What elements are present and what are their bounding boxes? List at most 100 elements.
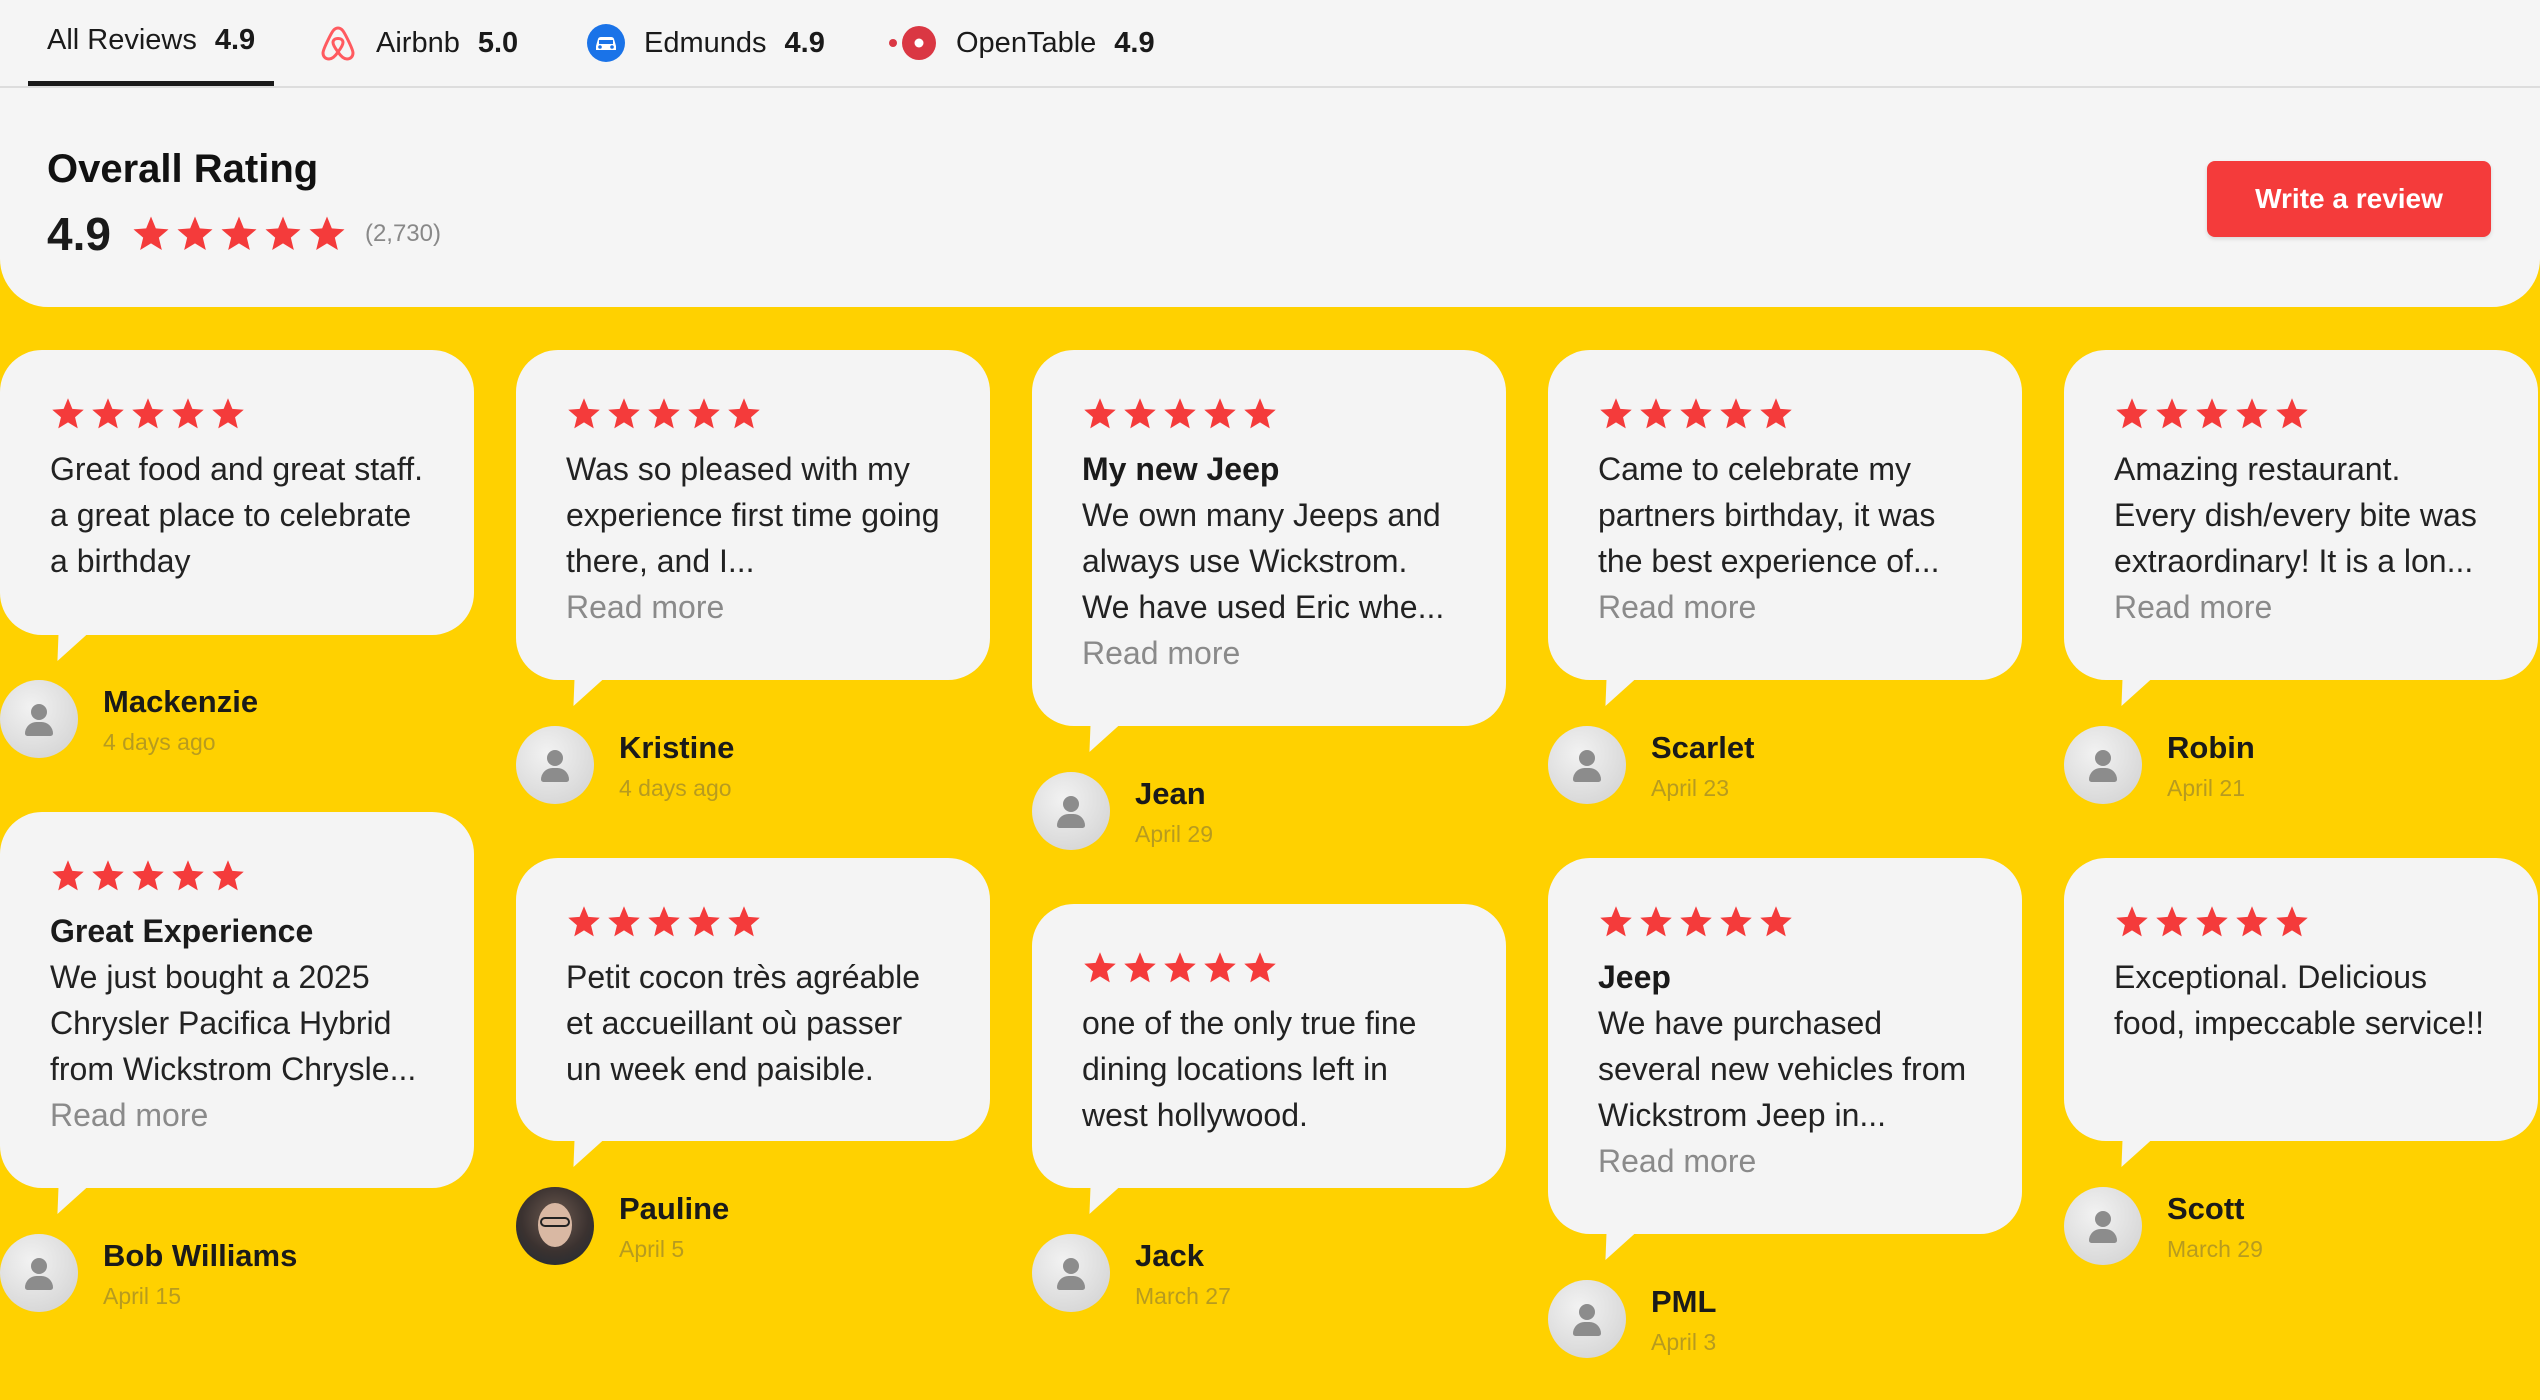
- write-review-button[interactable]: Write a review: [2207, 161, 2491, 237]
- opentable-icon: [888, 23, 938, 63]
- star-icon: [52, 860, 84, 891]
- star-icon: [2116, 906, 2148, 937]
- star-icon: [2116, 398, 2148, 429]
- review-date: 4 days ago: [103, 729, 216, 755]
- review-card[interactable]: Great food and great staff. a great plac…: [0, 350, 474, 635]
- review-author: Pauline April 5: [516, 1187, 729, 1265]
- review-date: April 3: [1651, 1329, 1717, 1355]
- tab-opentable[interactable]: OpenTable 4.9: [888, 0, 1155, 86]
- star-icon: [221, 216, 257, 250]
- star-icon: [688, 398, 720, 429]
- review-stars: [1598, 396, 1972, 432]
- star-icon: [2236, 906, 2268, 937]
- review-card[interactable]: My new Jeep We own many Jeeps and always…: [1032, 350, 1506, 726]
- review-author: Scarlet April 23: [1548, 726, 1754, 804]
- read-more-link[interactable]: Read more: [566, 584, 940, 630]
- review-card[interactable]: Jeep We have purchased several new vehic…: [1548, 858, 2022, 1234]
- review-stars: [50, 396, 424, 432]
- star-icon: [132, 398, 164, 429]
- star-icon: [1244, 398, 1276, 429]
- star-icon: [92, 860, 124, 891]
- star-icon: [1084, 952, 1116, 983]
- review-card[interactable]: Was so pleased with my experience first …: [516, 350, 990, 680]
- star-icon: [1640, 906, 1672, 937]
- review-date: March 29: [2167, 1236, 2263, 1262]
- author-name: Scarlet: [1651, 730, 1755, 765]
- star-icon: [2196, 398, 2228, 429]
- avatar-placeholder-icon: [516, 726, 594, 804]
- read-more-link[interactable]: Read more: [2114, 584, 2488, 630]
- review-stars: [1598, 904, 1972, 940]
- overall-stars: [131, 214, 347, 254]
- star-icon: [265, 216, 301, 250]
- review-count: (2,730): [364, 220, 441, 247]
- review-author: Kristine 4 days ago: [516, 726, 734, 804]
- star-icon: [1084, 398, 1116, 429]
- tab-label: All Reviews: [47, 24, 197, 56]
- star-icon: [728, 398, 760, 429]
- review-card[interactable]: Great Experience We just bought a 2025 C…: [0, 812, 474, 1188]
- review-card[interactable]: Amazing restaurant. Every dish/every bit…: [2064, 350, 2538, 680]
- avatar-placeholder-icon: [1548, 726, 1626, 804]
- star-icon: [52, 398, 84, 429]
- star-icon: [2236, 398, 2268, 429]
- review-text: We just bought a 2025 Chrysler Pacifica …: [50, 959, 417, 1087]
- review-text: Came to celebrate my partners birthday, …: [1598, 451, 1940, 579]
- overall-rating-title: Overall Rating: [47, 147, 319, 191]
- review-title: Great Experience: [50, 913, 314, 949]
- star-icon: [132, 860, 164, 891]
- read-more-link[interactable]: Read more: [1082, 630, 1456, 676]
- star-icon: [2156, 906, 2188, 937]
- star-icon: [568, 398, 600, 429]
- tab-label: Edmunds: [644, 26, 767, 59]
- read-more-link[interactable]: Read more: [1598, 1138, 1972, 1184]
- review-text: Was so pleased with my experience first …: [566, 451, 940, 579]
- star-icon: [648, 398, 680, 429]
- review-card[interactable]: Came to celebrate my partners birthday, …: [1548, 350, 2022, 680]
- author-name: PML: [1651, 1284, 1717, 1319]
- review-stars: [2114, 904, 2488, 940]
- tab-all-reviews[interactable]: All Reviews 4.9: [28, 0, 274, 86]
- star-icon: [1164, 398, 1196, 429]
- star-icon: [2156, 398, 2188, 429]
- review-card[interactable]: one of the only true fine dining locatio…: [1032, 904, 1506, 1188]
- star-icon: [1720, 906, 1752, 937]
- read-more-link[interactable]: Read more: [1598, 584, 1972, 630]
- author-name: Jack: [1135, 1238, 1204, 1273]
- star-icon: [608, 906, 640, 937]
- review-author: Robin April 21: [2064, 726, 2255, 804]
- star-icon: [309, 216, 345, 250]
- overall-rating-row: 4.9 (2,730): [47, 207, 441, 261]
- tab-edmunds[interactable]: Edmunds 4.9: [586, 0, 825, 86]
- review-date: April 29: [1135, 821, 1213, 847]
- star-icon: [1680, 398, 1712, 429]
- tab-score: 4.9: [214, 24, 256, 56]
- star-icon: [688, 906, 720, 937]
- review-title: Jeep: [1598, 959, 1671, 995]
- star-icon: [212, 860, 244, 891]
- star-icon: [2196, 906, 2228, 937]
- read-more-link[interactable]: Read more: [50, 1092, 424, 1138]
- overall-score: 4.9: [47, 208, 111, 260]
- star-icon: [1600, 398, 1632, 429]
- tab-score: 4.9: [784, 26, 825, 59]
- review-date: April 5: [619, 1236, 685, 1262]
- avatar-placeholder-icon: [0, 1234, 78, 1312]
- author-name: Pauline: [619, 1191, 730, 1226]
- avatar-placeholder-icon: [1032, 1234, 1110, 1312]
- edmunds-icon: [586, 23, 626, 63]
- review-date: April 15: [103, 1283, 181, 1309]
- tab-score: 5.0: [477, 26, 519, 59]
- review-author: Jack March 27: [1032, 1234, 1231, 1312]
- star-icon: [1204, 952, 1236, 983]
- review-stars: [1082, 396, 1456, 432]
- author-name: Kristine: [619, 730, 735, 765]
- review-card[interactable]: Exceptional. Delicious food, impeccable …: [2064, 858, 2538, 1141]
- star-icon: [1640, 398, 1672, 429]
- tab-label: OpenTable: [956, 26, 1097, 59]
- review-author: Jean April 29: [1032, 772, 1213, 850]
- review-stars: [1082, 950, 1456, 986]
- tab-airbnb[interactable]: Airbnb 5.0: [318, 0, 518, 86]
- review-card[interactable]: Petit cocon très agréable et accueillant…: [516, 858, 990, 1141]
- star-icon: [1244, 952, 1276, 983]
